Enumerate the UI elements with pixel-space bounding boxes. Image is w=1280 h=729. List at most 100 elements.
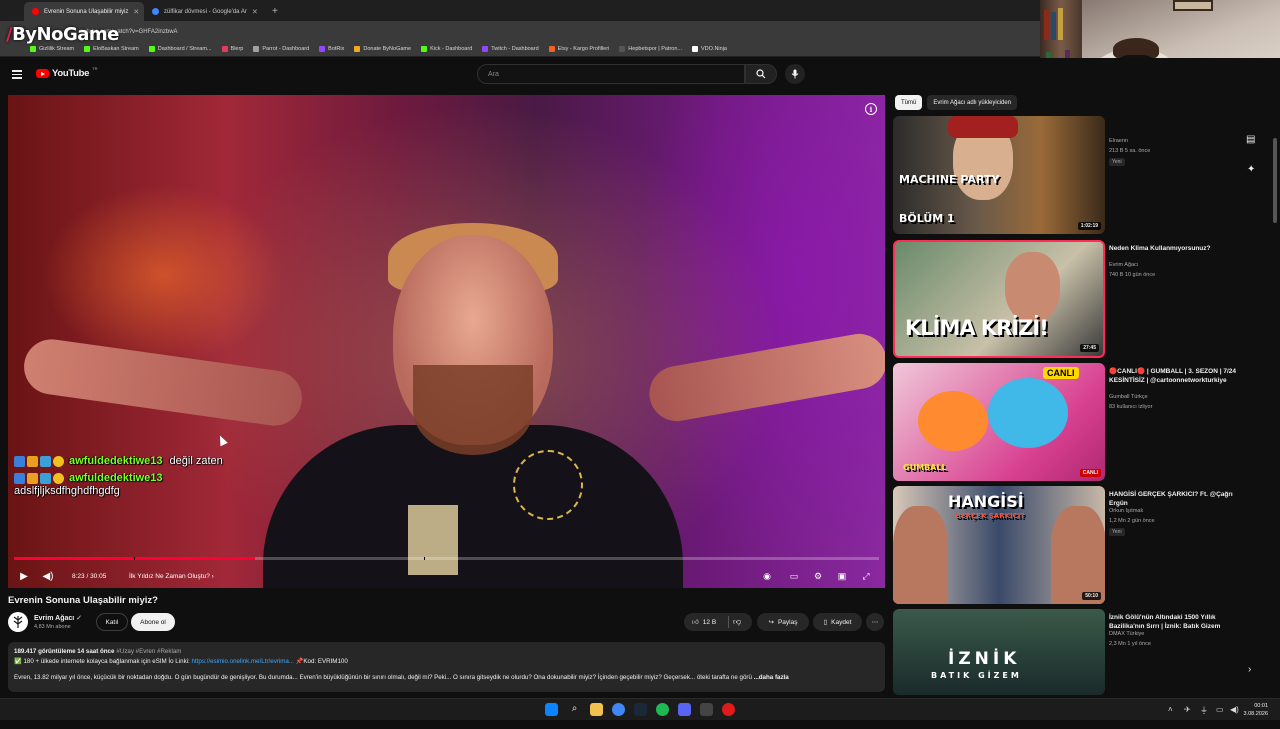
video-thumbnail[interactable]: CANLI GUMBALL CANLI — [893, 363, 1105, 481]
duration-badge: 27:45 — [1080, 344, 1099, 352]
like-button[interactable]: 👍︎ 12 B — [684, 613, 752, 631]
bookmark-item[interactable]: Etsy - Kargo Profilleri — [548, 46, 609, 52]
tab-google[interactable]: zülfikar dövmesi - Google'da Ar ✕ — [144, 2, 264, 21]
channel-logo-icon — [13, 616, 23, 628]
search-input[interactable]: Ara — [477, 64, 745, 84]
chip-uploader[interactable]: Evrim Ağacı adlı yükleyiciden — [927, 95, 1018, 110]
tray-app-icon[interactable]: ⏚ — [1200, 705, 1208, 716]
mouse-cursor-icon — [216, 433, 228, 447]
bookmark-item[interactable]: Donate ByNoGame — [354, 46, 411, 52]
time-display: 8:23 / 30:05 — [72, 572, 107, 580]
subscribe-button[interactable]: Abone ol — [131, 613, 175, 631]
discord-icon[interactable] — [678, 703, 691, 716]
recommended-video[interactable]: KLİMA KRİZİ! 27:45 Neden Klima Kullanmıy… — [893, 240, 1263, 360]
bookmark-icon: ▯ — [823, 619, 828, 626]
bookmark-favicon-icon — [148, 46, 155, 52]
bookmark-item[interactable]: Parrot - Dashboard — [253, 46, 309, 52]
microphone-icon — [791, 69, 799, 79]
file-explorer-icon[interactable] — [590, 703, 603, 716]
opera-icon[interactable] — [722, 703, 735, 716]
badge-icon — [14, 455, 25, 467]
save-button[interactable]: ▯ Kaydet — [813, 613, 862, 631]
steam-icon[interactable] — [634, 703, 647, 716]
bookmark-item[interactable]: Kick - Dashboard — [421, 46, 472, 52]
fullscreen-icon[interactable]: ⤢ — [860, 570, 872, 582]
autoplay-toggle-icon[interactable]: ◉ — [761, 570, 773, 582]
network-icon[interactable]: ▭ — [1216, 705, 1224, 714]
bookmark-item[interactable]: BotRix — [319, 46, 344, 52]
badge-icon — [53, 455, 64, 467]
bookmark-item[interactable]: Hepbetspor | Patron... — [619, 46, 682, 52]
address-bar[interactable]: outube.com/watch?v=GHFA2inzbwA — [0, 21, 1040, 42]
bookmark-item[interactable]: Gizlilik Stream — [30, 46, 74, 52]
windows-taskbar: ⌕ ˄ ✈ ⏚ ▭ ◀) 00:01 3.08.2026 — [0, 698, 1280, 720]
video-thumbnail[interactable]: İZNİK BATIK GİZEM — [893, 609, 1105, 695]
tab-video[interactable]: Evrenin Sonuna Ulaşabilir miyiz ✕ — [24, 2, 144, 21]
chrome-icon[interactable] — [612, 703, 625, 716]
subtitles-icon[interactable]: ▭ — [788, 570, 800, 582]
close-tab-icon[interactable]: ✕ — [252, 8, 258, 16]
badge-icon — [40, 455, 51, 467]
video-player[interactable]: i awfuldedektiwe13 değil zaten awfuldede… — [8, 95, 885, 588]
video-thumbnail[interactable]: MACHINE PARTY BÖLÜM 1 1:02:19 — [893, 116, 1105, 234]
recommended-video[interactable]: MACHINE PARTY BÖLÜM 1 1:02:19 Elraenn 21… — [893, 116, 1263, 236]
search-icon[interactable]: ⌕ — [568, 703, 581, 716]
channel-avatar[interactable] — [8, 612, 28, 632]
clock[interactable]: 00:01 3.08.2026 — [1244, 702, 1268, 718]
recommended-video[interactable]: CANLI GUMBALL CANLI 🔴CANLI🔴 | GUMBALL | … — [893, 363, 1263, 483]
bookmark-item[interactable]: EloBaskan Stream — [84, 46, 139, 52]
chat-message: awfuldedektiwe13 — [14, 472, 163, 484]
chapter-title[interactable]: İlk Yıldız Ne Zaman Oluştu? › — [129, 573, 214, 580]
badge-icon — [40, 472, 51, 484]
bookmark-favicon-icon — [30, 46, 36, 52]
hamburger-menu-icon[interactable] — [12, 70, 22, 79]
search-button[interactable] — [745, 64, 777, 84]
video-thumbnail[interactable]: KLİMA KRİZİ! 27:45 — [893, 240, 1105, 358]
miniplayer-icon[interactable]: ▣ — [836, 570, 848, 582]
settings-gear-icon[interactable]: ⚙ — [812, 570, 824, 582]
bookmark-item[interactable]: Blerp — [221, 46, 243, 52]
play-icon[interactable]: ▶ — [18, 570, 30, 582]
tray-app-icon[interactable]: ✈ — [1184, 705, 1191, 714]
tab-title: zülfikar dövmesi - Google'da Ar — [164, 8, 247, 15]
video-description[interactable]: 189.417 görüntüleme 14 saat önce #Uzay #E… — [8, 642, 885, 692]
show-more-button[interactable]: ...daha fazla — [754, 674, 789, 681]
tray-chevron-icon[interactable]: ˄ — [1168, 705, 1173, 714]
voice-search-button[interactable] — [785, 64, 805, 84]
volume-icon[interactable]: ◀) — [1230, 705, 1239, 714]
badge-icon — [53, 472, 64, 484]
close-tab-icon[interactable]: ✕ — [133, 8, 139, 16]
chat-message: awfuldedektiwe13 değil zaten — [14, 455, 223, 467]
info-icon[interactable]: i — [865, 103, 877, 115]
thumbs-down-icon[interactable]: 👎︎ — [733, 617, 741, 627]
obs-icon[interactable] — [700, 703, 713, 716]
youtube-logo[interactable]: YouTube TR — [36, 66, 97, 79]
bookmark-favicon-icon — [482, 46, 489, 52]
more-actions-icon[interactable]: ⋯ — [866, 613, 884, 631]
scrollbar[interactable] — [1273, 138, 1277, 223]
filter-chips: Tümü Evrim Ağacı adlı yükleyiciden — [895, 95, 1018, 110]
join-button[interactable]: Katıl — [96, 613, 128, 631]
chip-all[interactable]: Tümü — [895, 95, 923, 110]
recommended-video[interactable]: HANGİSİ GERÇEK ŞARKICI? 50:10 HANGİSİ GE… — [893, 486, 1263, 606]
spotify-icon[interactable] — [656, 703, 669, 716]
bookmark-item[interactable]: Twitch - Dashboard — [482, 46, 539, 52]
bookmark-favicon-icon — [548, 46, 555, 52]
badge-icon — [27, 472, 38, 484]
youtube-play-icon — [36, 69, 49, 78]
bookmark-item[interactable]: Dashboard / Stream... — [148, 46, 212, 52]
google-favicon-icon — [152, 8, 159, 15]
new-tab-button[interactable]: + — [264, 2, 286, 21]
video-thumbnail[interactable]: HANGİSİ GERÇEK ŞARKICI? 50:10 — [893, 486, 1105, 604]
windows-start-icon[interactable] — [545, 703, 558, 716]
player-controls: ▶ ◀) 8:23 / 30:05 İlk Yıldız Ne Zaman Ol… — [8, 565, 885, 587]
bookmark-item[interactable]: VDO.Ninja — [692, 46, 727, 52]
description-link[interactable]: https://esimio.onelink.me/Ltr/evrima... — [192, 658, 294, 665]
bookmark-favicon-icon — [319, 46, 326, 52]
bookmark-favicon-icon — [421, 46, 428, 52]
bookmark-favicon-icon — [619, 46, 626, 52]
share-button[interactable]: ↪ Paylaş — [757, 613, 809, 631]
channel-name[interactable]: Evrim Ağacı ✓ — [34, 614, 82, 622]
volume-icon[interactable]: ◀) — [42, 570, 54, 582]
progress-bar[interactable] — [14, 557, 879, 560]
